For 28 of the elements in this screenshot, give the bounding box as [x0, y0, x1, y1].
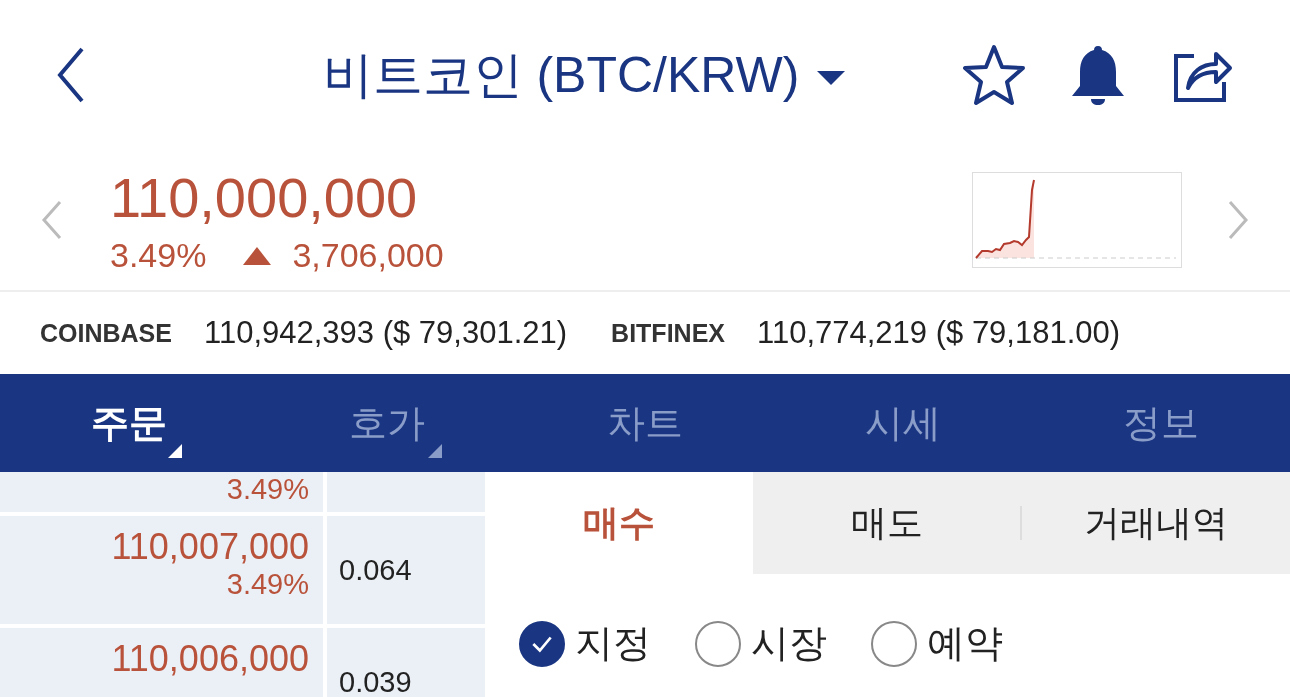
order-type-radio[interactable]: 지정	[519, 618, 651, 669]
nav-tab[interactable]: 차트	[516, 374, 774, 472]
order-tab[interactable]: 매수	[485, 472, 753, 574]
change-amount: 3,706,000	[292, 236, 444, 275]
order-quantity: 0.064	[339, 553, 412, 587]
change-rate: 3.49%	[110, 236, 207, 275]
order-tab[interactable]: 매도	[752, 472, 1021, 574]
exchange-price: 110,774,219 ($ 79,181.00)	[757, 315, 1121, 351]
nav-tab[interactable]: 주문	[0, 374, 258, 472]
exchange-price: 110,942,393 ($ 79,301.21)	[203, 315, 568, 351]
exchange-name: COINBASE	[40, 318, 172, 348]
nav-tab[interactable]: 호가	[258, 374, 516, 472]
current-price: 110,000,000	[110, 165, 419, 230]
nav-tab[interactable]: 시세	[774, 374, 1032, 472]
up-triangle-icon	[242, 245, 273, 266]
order-change: 3.49%	[226, 568, 309, 601]
order-type-radio[interactable]: 예약	[871, 618, 1003, 669]
order-price: 110,007,000	[111, 526, 309, 568]
exchange-name: BITFINEX	[611, 318, 725, 348]
order-change: 3.49%	[226, 473, 309, 506]
order-price: 110,006,000	[111, 638, 309, 680]
order-type-radio[interactable]: 시장	[695, 618, 827, 669]
order-quantity: 0.039	[339, 665, 412, 697]
order-tab[interactable]: 거래내역	[1022, 472, 1290, 574]
coin-selector[interactable]: 비트코인 (BTC/KRW)	[86, 41, 962, 109]
nav-tab[interactable]: 정보	[1032, 374, 1290, 472]
star-icon[interactable]	[962, 44, 1026, 106]
back-icon[interactable]	[56, 47, 86, 103]
